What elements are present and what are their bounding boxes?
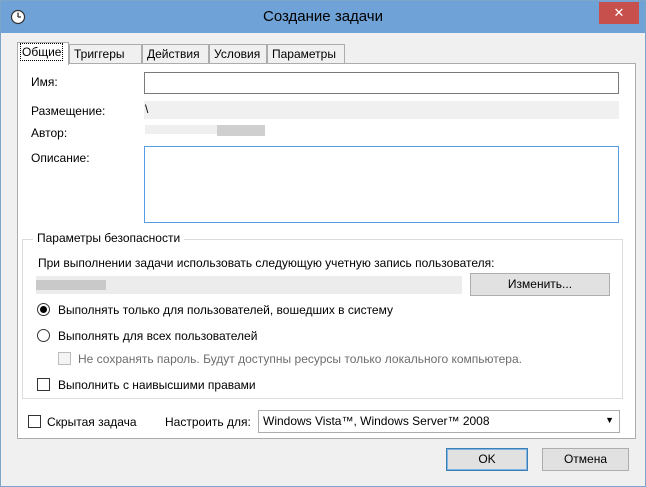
- author-value-redacted-2: [217, 125, 265, 136]
- name-input[interactable]: [144, 72, 619, 94]
- radio-logged-on-only[interactable]: [37, 303, 50, 316]
- security-options-title: Параметры безопасности: [33, 231, 185, 245]
- location-value: \: [145, 102, 149, 116]
- create-task-dialog: Создание задачи ✕ Общие Триггеры Действи…: [0, 0, 646, 487]
- hidden-task-label[interactable]: Скрытая задача: [47, 415, 137, 429]
- location-label: Размещение:: [31, 104, 106, 118]
- chevron-down-icon: ▼: [605, 415, 614, 425]
- cancel-label: Отмена: [563, 452, 608, 466]
- tab-triggers[interactable]: Триггеры: [69, 44, 142, 64]
- run-as-account-redacted: [36, 280, 106, 290]
- close-button[interactable]: ✕: [599, 2, 639, 24]
- window-title: Создание задачи: [263, 8, 383, 25]
- configure-for-select[interactable]: Windows Vista™, Windows Server™ 2008 ▼: [258, 410, 620, 433]
- no-store-password-checkbox[interactable]: [58, 352, 71, 365]
- title-bar: Создание задачи ✕: [1, 1, 645, 33]
- ok-button[interactable]: OK: [446, 448, 528, 471]
- tab-settings[interactable]: Параметры: [267, 44, 345, 64]
- change-user-label: Изменить...: [507, 277, 573, 291]
- name-label: Имя:: [31, 75, 58, 89]
- author-label: Автор:: [31, 126, 68, 140]
- radio-all-users-label[interactable]: Выполнять для всех пользователей: [58, 329, 257, 343]
- location-field: \: [144, 101, 619, 119]
- tab-settings-label: Параметры: [272, 47, 336, 61]
- cancel-button[interactable]: Отмена: [542, 448, 629, 471]
- no-store-password-label: Не сохранять пароль. Будут доступны ресу…: [78, 352, 522, 366]
- tab-triggers-label: Триггеры: [74, 47, 125, 61]
- radio-all-users[interactable]: [37, 329, 50, 342]
- tab-general[interactable]: Общие: [17, 42, 69, 65]
- tab-actions[interactable]: Действия: [142, 44, 209, 64]
- description-textarea[interactable]: [144, 146, 619, 223]
- configure-for-value: Windows Vista™, Windows Server™ 2008: [263, 414, 490, 428]
- tab-conditions[interactable]: Условия: [209, 44, 267, 64]
- tab-conditions-label: Условия: [214, 47, 261, 61]
- radio-logged-on-only-label[interactable]: Выполнять только для пользователей, воше…: [58, 303, 393, 317]
- configure-for-label: Настроить для:: [165, 415, 251, 429]
- hidden-task-checkbox[interactable]: [28, 415, 41, 428]
- run-as-text: При выполнении задачи использовать следу…: [38, 256, 495, 270]
- change-user-button[interactable]: Изменить...: [470, 273, 610, 296]
- tab-actions-label: Действия: [147, 47, 200, 61]
- author-value-redacted: [145, 125, 217, 134]
- highest-privileges-label[interactable]: Выполнить с наивысшими правами: [58, 378, 256, 392]
- tab-general-label: Общие: [19, 43, 64, 61]
- highest-privileges-checkbox[interactable]: [37, 378, 50, 391]
- ok-label: OK: [478, 452, 496, 466]
- description-label: Описание:: [31, 151, 90, 165]
